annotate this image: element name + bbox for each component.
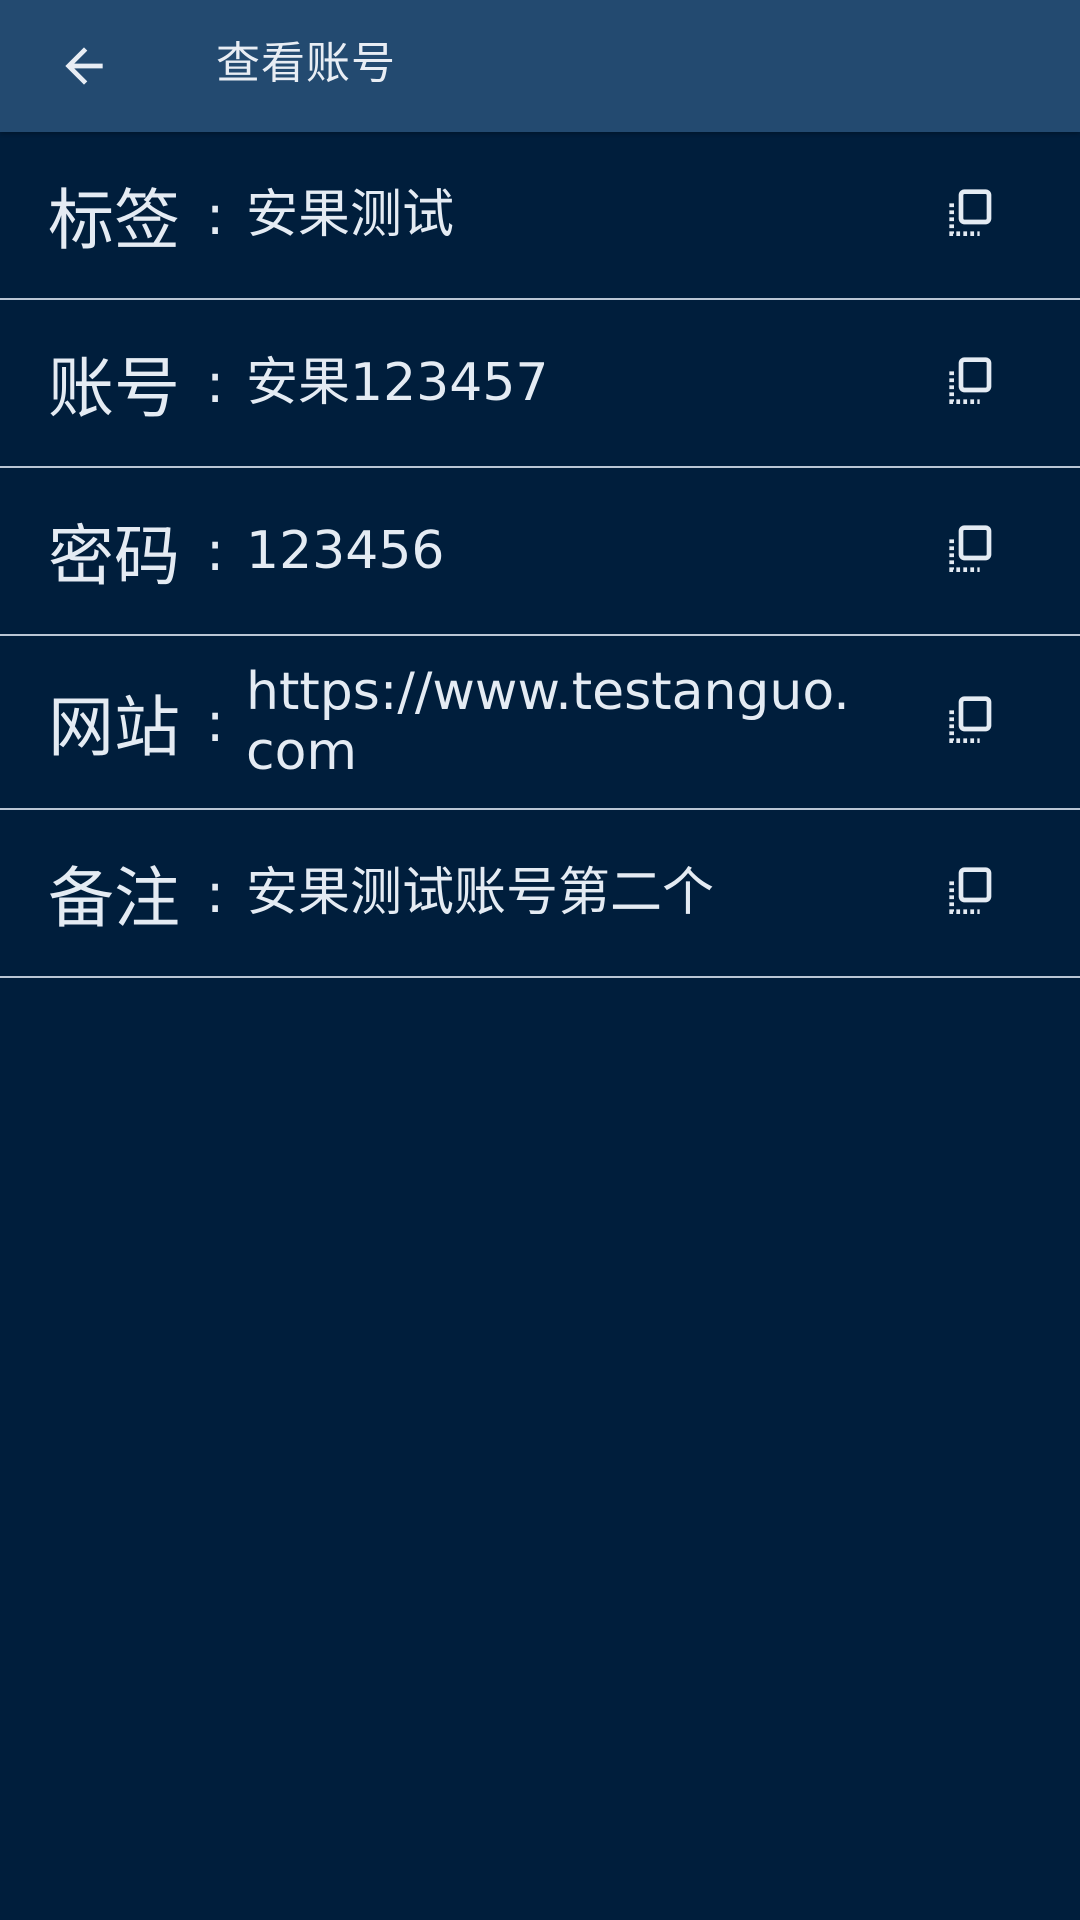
- copy-label-button[interactable]: [928, 175, 1008, 255]
- field-label: 账号: [48, 350, 180, 427]
- toolbar: 查看账号: [0, 0, 1080, 132]
- field-value[interactable]: 安果测试: [246, 132, 866, 298]
- field-row-account: 账号 : 安果123457: [0, 300, 1080, 468]
- arrow-left-icon: [65, 47, 103, 85]
- field-row-website: 网站 : https://www.testanguo.com: [0, 636, 1080, 810]
- field-row-password: 密码 : 123456: [0, 468, 1080, 636]
- copy-icon: [949, 525, 992, 572]
- account-detail-list: 标签 : 安果测试 账号 : 安果123457 密码 : 123456 网站:…: [0, 132, 1080, 978]
- field-row-label: 标签 : 安果测试: [0, 132, 1080, 300]
- field-value[interactable]: 安果测试账号第二个: [246, 810, 866, 976]
- page-title: 查看账号: [216, 38, 396, 89]
- copy-icon: [949, 189, 992, 236]
- back-button[interactable]: [40, 22, 128, 110]
- copy-icon: [949, 696, 992, 743]
- field-colon: :: [206, 183, 225, 247]
- field-value[interactable]: 123456: [246, 468, 866, 634]
- field-colon: :: [206, 690, 225, 754]
- field-value[interactable]: https://www.testanguo.com: [246, 636, 866, 808]
- copy-icon: [949, 867, 992, 914]
- copy-icon: [949, 357, 992, 404]
- copy-account-button[interactable]: [928, 343, 1008, 423]
- field-label: 备注: [48, 860, 180, 937]
- copy-note-button[interactable]: [928, 853, 1008, 933]
- copy-website-button[interactable]: [928, 682, 1008, 762]
- field-colon: :: [206, 351, 225, 415]
- field-label: 网站: [48, 689, 180, 766]
- field-label: 密码: [48, 518, 180, 595]
- field-label: 标签: [48, 182, 180, 259]
- field-colon: :: [206, 861, 225, 925]
- app-screen: 查看账号 标签 : 安果测试 账号 : 安果123457 密码: 123456…: [0, 0, 1080, 1920]
- field-colon: :: [206, 519, 225, 583]
- field-value[interactable]: 安果123457: [246, 300, 866, 466]
- copy-password-button[interactable]: [928, 511, 1008, 591]
- field-row-note: 备注 : 安果测试账号第二个: [0, 810, 1080, 978]
